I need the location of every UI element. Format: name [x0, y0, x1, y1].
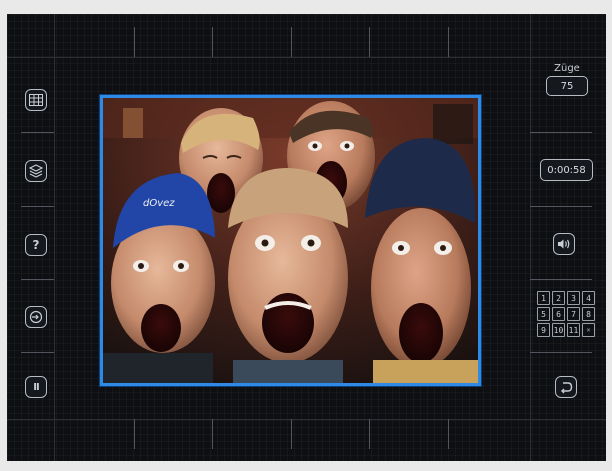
- tick-mark: [21, 132, 54, 133]
- tile-number[interactable]: 10: [552, 323, 565, 337]
- tick-mark: [530, 279, 592, 280]
- grid-button[interactable]: [25, 89, 47, 111]
- tile-number[interactable]: 3: [567, 291, 580, 305]
- layers-icon: [29, 164, 43, 178]
- tile-number[interactable]: 8: [582, 307, 595, 321]
- tile-number[interactable]: 11: [567, 323, 580, 337]
- tile-number[interactable]: 5: [537, 307, 550, 321]
- speaker-icon: [557, 238, 571, 250]
- moves-counter: 75: [546, 76, 588, 96]
- undo-icon: [559, 380, 573, 394]
- pause-button[interactable]: II: [25, 376, 47, 398]
- tile-number[interactable]: 1: [537, 291, 550, 305]
- tile-number[interactable]: 4: [582, 291, 595, 305]
- tick-mark: [448, 27, 449, 57]
- tick-mark: [448, 419, 449, 449]
- cap-logo-text: dOvez: [143, 198, 175, 209]
- undo-button[interactable]: [555, 376, 577, 398]
- moves-value: 75: [560, 80, 574, 92]
- tick-mark: [291, 27, 292, 57]
- question-icon: ?: [32, 238, 40, 252]
- timer-value: 0:00:58: [547, 164, 586, 176]
- tile-number[interactable]: 6: [552, 307, 565, 321]
- empty-tile[interactable]: [582, 323, 595, 337]
- tick-mark: [21, 352, 54, 353]
- help-button[interactable]: ?: [25, 234, 47, 256]
- grid-icon: [29, 94, 43, 106]
- tick-mark: [530, 132, 592, 133]
- frame-line: [7, 57, 606, 58]
- tick-mark: [134, 27, 135, 57]
- pause-icon: II: [33, 381, 40, 393]
- tick-mark: [21, 206, 54, 207]
- timer-display: 0:00:58: [540, 159, 593, 181]
- game-window: ? II dOvez Züge 75 0:00:58 1 2 3 4 5 6 7…: [7, 14, 606, 461]
- tick-mark: [369, 27, 370, 57]
- tick-mark: [21, 279, 54, 280]
- tick-mark: [212, 27, 213, 57]
- tick-mark: [369, 419, 370, 449]
- tick-mark: [212, 419, 213, 449]
- tick-mark: [134, 419, 135, 449]
- tick-mark: [291, 419, 292, 449]
- puzzle-image: dOvez: [103, 98, 478, 383]
- layers-button[interactable]: [25, 160, 47, 182]
- moves-label: Züge: [554, 63, 580, 74]
- tick-mark: [530, 206, 592, 207]
- enter-button[interactable]: [25, 306, 47, 328]
- sound-button[interactable]: [553, 233, 575, 255]
- enter-icon: [29, 310, 43, 324]
- tile-number[interactable]: 7: [567, 307, 580, 321]
- frame-line: [54, 14, 55, 461]
- tile-number-grid[interactable]: 1 2 3 4 5 6 7 8 9 10 11: [537, 291, 595, 339]
- frame-line: [530, 14, 531, 461]
- tile-number[interactable]: 9: [537, 323, 550, 337]
- puzzle-image-frame[interactable]: dOvez: [100, 95, 481, 386]
- tile-number[interactable]: 2: [552, 291, 565, 305]
- frame-line: [7, 419, 606, 420]
- tick-mark: [530, 352, 592, 353]
